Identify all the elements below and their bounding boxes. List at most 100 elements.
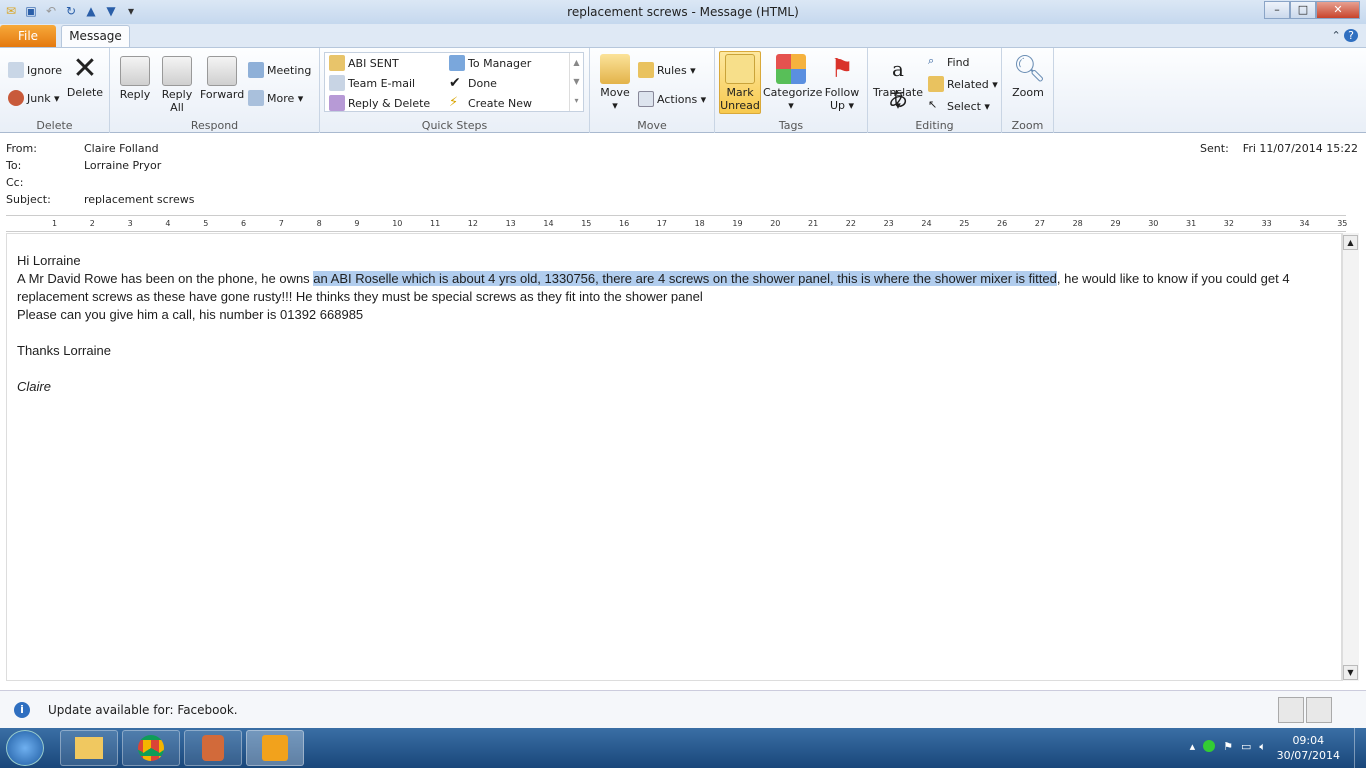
delete-button[interactable]: ✕ Delete (66, 51, 104, 100)
group-label: Tags (778, 119, 804, 132)
reply-all-button[interactable]: Reply All (158, 56, 196, 114)
quick-step-team-email[interactable]: Team E-mail (329, 75, 415, 91)
lightning-icon: ⚡ (449, 95, 459, 110)
quick-step-done[interactable]: ✔ Done (449, 75, 497, 91)
thanks-line: Thanks Lorraine (17, 343, 111, 358)
from-value[interactable]: Claire Folland (84, 142, 159, 159)
quick-step-create-new[interactable]: ⚡ Create New (449, 95, 532, 111)
greeting: Hi Lorraine (17, 253, 81, 268)
ruler-tick-label: 30 (1148, 219, 1159, 228)
help-icon[interactable]: ? (1344, 29, 1358, 42)
to-value[interactable]: Lorraine Pryor (84, 159, 161, 176)
quick-step-reply-delete[interactable]: Reply & Delete (329, 95, 430, 111)
show-desktop-button[interactable] (1354, 728, 1366, 768)
quick-step-abi-sent[interactable]: ABI SENT (329, 55, 399, 71)
folder-move-icon (600, 54, 630, 84)
people-pane-avatar[interactable] (1306, 697, 1332, 723)
update-notice[interactable]: Update available for: Facebook. (48, 703, 238, 717)
start-button[interactable] (6, 730, 44, 766)
vertical-scrollbar[interactable]: ▲ ▼ (1342, 233, 1359, 681)
group-quick-steps: ABI SENT To Manager Team E-mail ✔ Done Re… (320, 48, 590, 133)
taskbar-app[interactable] (184, 730, 242, 766)
quick-steps-scroll[interactable]: ▲ ▼ ▾ (569, 53, 583, 111)
ruler-tick-label: 29 (1110, 219, 1121, 228)
ruler-tick-label: 24 (921, 219, 932, 228)
rules-icon (638, 62, 654, 78)
more-button[interactable]: More ▾ (248, 90, 303, 106)
message-body[interactable]: Hi Lorraine A Mr David Rowe has been on … (6, 233, 1342, 681)
subject-label: Subject: (6, 193, 51, 206)
taskbar-explorer[interactable] (60, 730, 118, 766)
info-bar: i Update available for: Facebook. (0, 690, 1366, 728)
volume-icon[interactable]: 🔈︎ (1259, 740, 1266, 754)
paragraph-1: A Mr David Rowe has been on the phone, h… (17, 270, 1331, 306)
ruler-tick-label: 31 (1186, 219, 1197, 228)
group-move: Move ▾ Rules ▾ Actions ▾ Move (590, 48, 715, 133)
close-button[interactable]: ✕ (1316, 1, 1360, 19)
ignore-button[interactable]: Ignore (8, 62, 62, 78)
show-hidden-icons[interactable]: ▴ (1190, 740, 1196, 754)
ruler-tick-label: 20 (770, 219, 781, 228)
quick-step-icon (329, 75, 345, 91)
ruler-tick-label: 11 (430, 219, 441, 228)
ignore-icon (8, 62, 24, 78)
select-button[interactable]: ↖ Select ▾ (928, 98, 990, 114)
group-label: Quick Steps (421, 119, 488, 132)
zoom-button[interactable]: 🔍︎ Zoom (1008, 54, 1048, 99)
ruler-tick-label: 28 (1072, 219, 1083, 228)
network-icon[interactable]: ▭ (1241, 740, 1251, 754)
ruler-tick-label: 26 (997, 219, 1008, 228)
horizontal-ruler[interactable]: 1 2 3 4 5 6 7 8 9 10 11 12 13 14 15 16 17 18 19 20 21 22 23 24 2… (6, 215, 1347, 232)
tab-message[interactable]: Message (61, 25, 130, 48)
actions-button[interactable]: Actions ▾ (638, 91, 706, 107)
quick-step-to-manager[interactable]: To Manager (449, 55, 531, 71)
move-button[interactable]: Move ▾ (596, 54, 634, 112)
meeting-button[interactable]: Meeting (248, 62, 311, 78)
ribbon: Ignore Junk ▾ ✕ Delete Delete Reply Reply… (0, 47, 1366, 133)
forward-icon (207, 56, 237, 86)
cc-label: Cc: (6, 176, 24, 189)
flag-icon: ⚑ (830, 54, 854, 84)
ruler-tick-label: 10 (392, 219, 403, 228)
ruler-tick-label: 25 (959, 219, 970, 228)
group-label: Move (637, 119, 667, 132)
translate-button[interactable]: aあ Translate ▾ (872, 54, 924, 112)
ruler-tick-label: 15 (581, 219, 592, 228)
reply-all-icon (162, 56, 192, 86)
delete-x-icon: ✕ (72, 51, 98, 86)
reply-button[interactable]: Reply (116, 56, 154, 101)
mark-unread-button[interactable]: Mark Unread (719, 51, 761, 114)
tab-file[interactable]: File (0, 25, 56, 47)
status-green-icon[interactable] (1203, 740, 1216, 752)
binoculars-icon: ⌕ (928, 54, 935, 67)
ruler-tick-label: 9 (354, 219, 360, 228)
outlook-icon (262, 735, 288, 761)
categorize-button[interactable]: Categorize ▾ (763, 54, 822, 112)
maximize-button[interactable]: □ (1290, 1, 1316, 19)
forward-button[interactable]: Forward (200, 56, 244, 101)
follow-up-button[interactable]: ⚑ Follow Up ▾ (821, 54, 863, 112)
scroll-up-button[interactable]: ▲ (1343, 235, 1358, 250)
minimize-button[interactable]: – (1264, 1, 1290, 19)
people-pane-avatar[interactable] (1278, 697, 1304, 723)
taskbar-chrome[interactable] (122, 730, 180, 766)
checkmark-icon: ✔ (449, 75, 461, 91)
ruler-tick-label: 23 (883, 219, 894, 228)
translate-icon: aあ (888, 57, 908, 111)
scroll-down-button[interactable]: ▼ (1343, 665, 1358, 680)
ruler-tick-label: 18 (694, 219, 705, 228)
to-label: To: (6, 159, 22, 172)
ribbon-tabs: File Message ⌃ ? (0, 24, 1366, 48)
related-button[interactable]: Related ▾ (928, 76, 998, 92)
envelope-icon (725, 54, 755, 84)
ruler-tick-label: 34 (1299, 219, 1310, 228)
junk-button[interactable]: Junk ▾ (8, 90, 60, 106)
clock[interactable]: 09:04 30/07/2014 (1277, 733, 1340, 763)
actions-icon (638, 91, 654, 107)
minimize-ribbon-icon[interactable]: ⌃ (1331, 29, 1340, 42)
info-icon: i (14, 702, 30, 718)
rules-button[interactable]: Rules ▾ (638, 62, 696, 78)
find-button[interactable]: ⌕ Find (928, 54, 970, 70)
taskbar-outlook[interactable] (246, 730, 304, 766)
action-center-flag-icon[interactable]: ⚑ (1223, 740, 1233, 754)
